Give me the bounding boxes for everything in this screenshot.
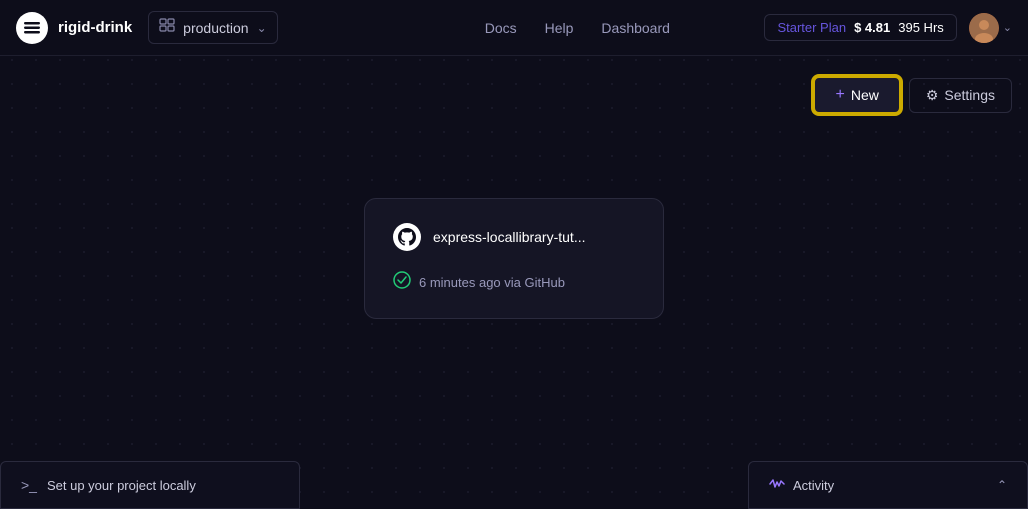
nav-help[interactable]: Help [545,20,574,36]
activity-panel[interactable]: Activity ⌃ [748,461,1028,509]
status-text: 6 minutes ago via GitHub [419,275,565,290]
gear-icon: ⚙ [926,87,939,104]
github-icon [393,223,421,251]
project-card-status: 6 minutes ago via GitHub [393,271,635,294]
plus-icon: + [835,86,844,104]
new-button[interactable]: + New [813,76,900,114]
chevron-up-icon: ⌃ [997,478,1007,492]
activity-left: Activity [769,477,834,494]
project-name: production [183,20,248,36]
project-card-name: express-locallibrary-tut... [433,229,586,245]
chevron-down-icon: ⌄ [257,21,267,35]
plan-hours: 395 Hrs [898,20,944,35]
avatar-chevron-icon: ⌄ [1003,21,1012,34]
settings-button[interactable]: ⚙ Settings [909,78,1012,113]
toolbar: + New ⚙ Settings [813,76,1012,114]
setup-panel[interactable]: >_ Set up your project locally [0,461,300,509]
header-right: Starter Plan $ 4.81 395 Hrs ⌄ [764,13,1012,43]
plan-badge[interactable]: Starter Plan $ 4.81 395 Hrs [764,14,956,41]
nav-docs[interactable]: Docs [485,20,517,36]
header-nav: Docs Help Dashboard [390,20,764,36]
bottom-bar: >_ Set up your project locally Activity … [0,461,1028,509]
activity-label: Activity [793,478,834,493]
project-icon [159,17,175,38]
activity-icon [769,477,785,494]
logo-text: rigid-drink [58,19,132,36]
project-card[interactable]: express-locallibrary-tut... 6 minutes ag… [364,198,664,319]
plan-label: Starter Plan [777,20,846,35]
settings-label: Settings [944,87,995,103]
new-label: New [851,87,879,103]
project-selector[interactable]: production ⌄ [148,11,277,44]
avatar-container[interactable]: ⌄ [969,13,1012,43]
nav-dashboard[interactable]: Dashboard [601,20,670,36]
main-content: + New ⚙ Settings express-locallibrary-tu… [0,56,1028,461]
header: rigid-drink production ⌄ Docs Help Dashb… [0,0,1028,56]
avatar [969,13,999,43]
logo-container[interactable]: rigid-drink [16,12,132,44]
terminal-icon: >_ [21,477,37,493]
status-check-icon [393,271,411,294]
logo-icon [16,12,48,44]
plan-price: $ 4.81 [854,20,890,35]
header-left: rigid-drink production ⌄ [16,11,390,44]
project-card-header: express-locallibrary-tut... [393,223,635,251]
setup-label: Set up your project locally [47,478,196,493]
